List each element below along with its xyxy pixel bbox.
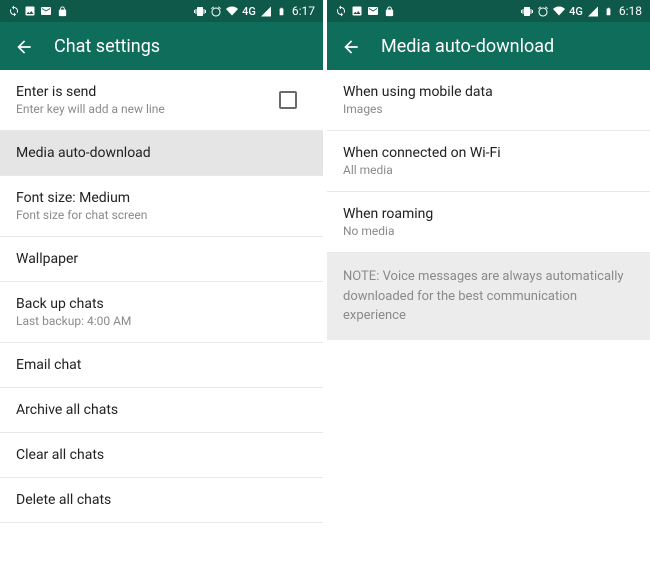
item-subtitle: Enter key will add a new line [16, 102, 165, 116]
item-subtitle: No media [343, 224, 433, 238]
item-title: Wallpaper [16, 251, 78, 267]
list-item-enter-is-send[interactable]: Enter is send Enter key will add a new l… [0, 70, 323, 131]
list-item-font-size[interactable]: Font size: Medium Font size for chat scr… [0, 176, 323, 237]
network-label: 4G [569, 5, 583, 18]
page-title: Media auto-download [381, 36, 554, 57]
list-item-wifi[interactable]: When connected on Wi-Fi All media [327, 131, 650, 192]
mail-icon [40, 5, 52, 17]
item-title: Archive all chats [16, 402, 118, 418]
item-title: Back up chats [16, 296, 131, 312]
battery-icon [276, 5, 288, 17]
mail-icon [367, 5, 379, 17]
item-title: Enter is send [16, 84, 165, 100]
network-label: 4G [242, 5, 256, 18]
lock-icon [383, 5, 395, 17]
app-bar: Media auto-download [327, 22, 650, 70]
list-item-archive-all-chats[interactable]: Archive all chats [0, 388, 323, 433]
status-bar: 4G 6:17 [0, 0, 323, 22]
item-title: Delete all chats [16, 492, 111, 508]
list-item-backup-chats[interactable]: Back up chats Last backup: 4:00 AM [0, 282, 323, 343]
lock-icon [56, 5, 68, 17]
status-left [335, 5, 395, 17]
signal-icon [260, 5, 272, 17]
list-item-email-chat[interactable]: Email chat [0, 343, 323, 388]
item-title: Media auto-download [16, 145, 151, 161]
item-title: When using mobile data [343, 84, 493, 100]
alarm-icon [537, 5, 549, 17]
item-title: Font size: Medium [16, 190, 147, 206]
back-icon[interactable] [341, 37, 359, 55]
item-title: When roaming [343, 206, 433, 222]
item-subtitle: Images [343, 102, 493, 116]
list-item-delete-all-chats[interactable]: Delete all chats [0, 478, 323, 523]
item-title: Clear all chats [16, 447, 104, 463]
vibrate-icon [521, 5, 533, 17]
item-title: When connected on Wi-Fi [343, 145, 501, 161]
item-subtitle: Last backup: 4:00 AM [16, 314, 131, 328]
back-icon[interactable] [14, 37, 32, 55]
list-item-media-auto-download[interactable]: Media auto-download [0, 131, 323, 176]
settings-list: Enter is send Enter key will add a new l… [0, 70, 323, 572]
battery-icon [603, 5, 615, 17]
wifi-icon [553, 5, 565, 17]
app-bar: Chat settings [0, 22, 323, 70]
media-auto-download-screen: 4G 6:18 Media auto-download When using m… [327, 0, 650, 572]
item-subtitle: All media [343, 163, 501, 177]
settings-list: When using mobile data Images When conne… [327, 70, 650, 572]
wifi-icon [226, 5, 238, 17]
status-bar: 4G 6:18 [327, 0, 650, 22]
status-left [8, 5, 68, 17]
status-right: 4G 6:18 [521, 4, 642, 18]
signal-icon [587, 5, 599, 17]
clock-time: 6:18 [619, 4, 642, 18]
checkbox[interactable] [279, 91, 297, 109]
item-title: Email chat [16, 357, 81, 373]
note-box: NOTE: Voice messages are always automati… [327, 253, 650, 340]
sync-icon [8, 5, 20, 17]
alarm-icon [210, 5, 222, 17]
vibrate-icon [194, 5, 206, 17]
list-item-roaming[interactable]: When roaming No media [327, 192, 650, 253]
image-icon [351, 5, 363, 17]
clock-time: 6:17 [292, 4, 315, 18]
status-right: 4G 6:17 [194, 4, 315, 18]
image-icon [24, 5, 36, 17]
item-subtitle: Font size for chat screen [16, 208, 147, 222]
list-item-wallpaper[interactable]: Wallpaper [0, 237, 323, 282]
sync-icon [335, 5, 347, 17]
chat-settings-screen: 4G 6:17 Chat settings Enter is send Ente… [0, 0, 323, 572]
list-item-mobile-data[interactable]: When using mobile data Images [327, 70, 650, 131]
page-title: Chat settings [54, 36, 160, 57]
list-item-clear-all-chats[interactable]: Clear all chats [0, 433, 323, 478]
